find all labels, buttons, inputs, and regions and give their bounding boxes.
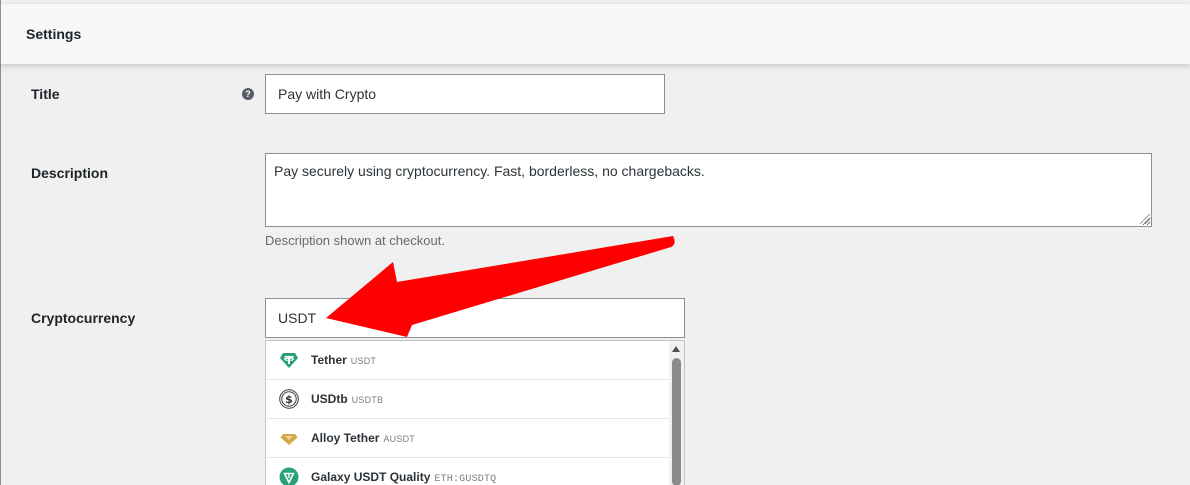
title-label: Title	[31, 86, 60, 102]
description-label: Description	[31, 165, 109, 181]
galaxy-usdt-icon	[279, 467, 299, 485]
option-name: Tether	[311, 353, 347, 367]
dropdown-scrollbar[interactable]	[669, 341, 684, 485]
cryptocurrency-dropdown: Tether USDT $ USDtb USDTB Alloy Tether AUSD…	[265, 340, 685, 485]
dropdown-option-usdtb[interactable]: $ USDtb USDTB	[267, 380, 670, 419]
description-helper-text: Description shown at checkout.	[265, 233, 445, 248]
option-symbol: ETH:GUSDTQ	[434, 474, 497, 485]
scrollbar-thumb[interactable]	[672, 358, 681, 485]
option-name: Alloy Tether	[311, 431, 380, 445]
dropdown-option-galaxy-usdt-quality[interactable]: Galaxy USDT Quality ETH:GUSDTQ	[267, 458, 670, 485]
title-input[interactable]	[265, 74, 665, 114]
option-label: USDtb USDTB	[311, 392, 383, 406]
scroll-up-arrow-icon[interactable]	[672, 346, 680, 352]
question-circle-icon[interactable]: ?	[242, 88, 254, 100]
page-title: Settings	[26, 26, 82, 42]
usdtb-icon: $	[279, 389, 299, 409]
tether-icon	[280, 353, 298, 368]
option-name: USDtb	[311, 392, 348, 406]
option-symbol: USDTB	[351, 395, 384, 405]
dropdown-option-tether[interactable]: Tether USDT	[267, 341, 670, 380]
svg-text:$: $	[285, 393, 293, 406]
option-label: Galaxy USDT Quality ETH:GUSDTQ	[311, 470, 496, 485]
dropdown-option-alloy-tether[interactable]: Alloy Tether AUSDT	[267, 419, 670, 458]
option-label: Tether USDT	[311, 353, 376, 367]
option-label: Alloy Tether AUSDT	[311, 431, 415, 445]
settings-header: Settings	[0, 4, 1190, 64]
alloy-tether-icon	[280, 434, 298, 445]
cryptocurrency-label: Cryptocurrency	[31, 310, 136, 326]
option-name: Galaxy USDT Quality	[311, 470, 431, 484]
left-border	[0, 0, 1, 485]
cryptocurrency-search-input[interactable]	[265, 298, 685, 338]
option-symbol: USDT	[350, 356, 377, 366]
option-symbol: AUSDT	[383, 434, 415, 444]
description-textarea[interactable]: Pay securely using cryptocurrency. Fast,…	[265, 153, 1152, 227]
